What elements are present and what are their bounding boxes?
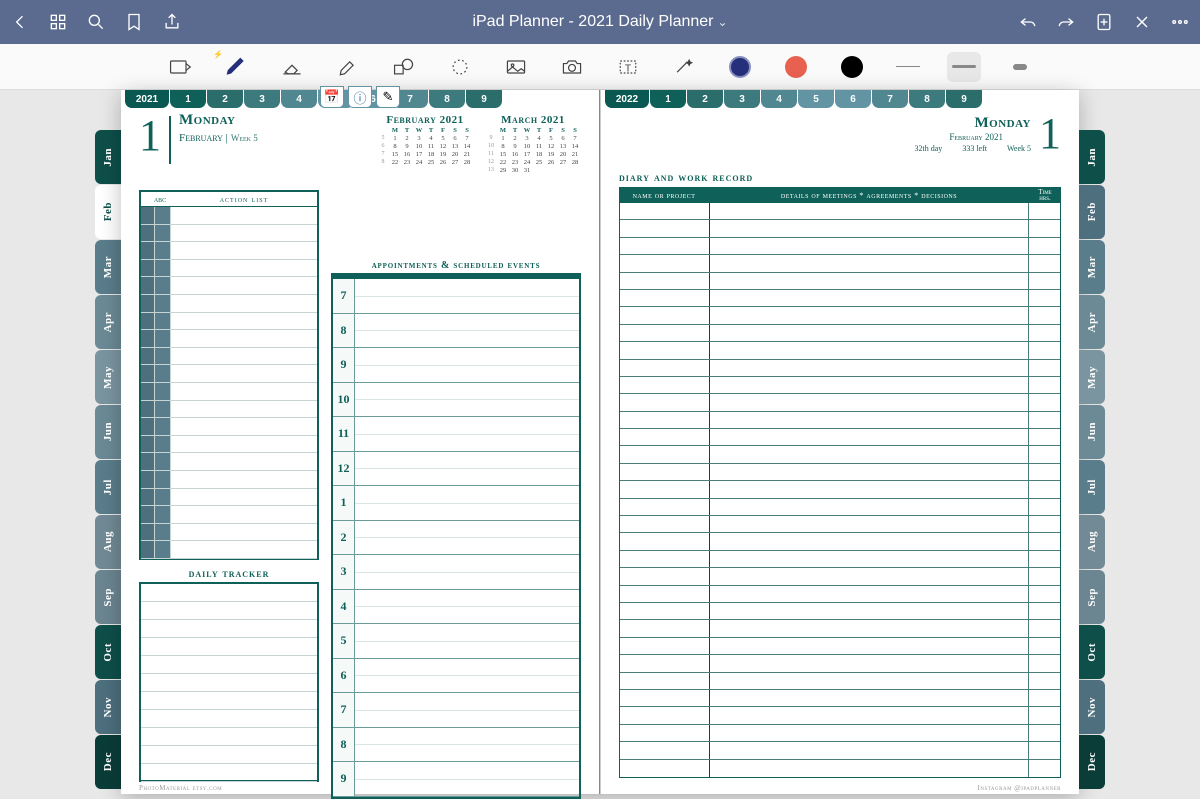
bookmark-icon[interactable] [124,12,144,32]
right-month-tabs: JanFebMarAprMayJunJulAugSepOctNovDec [1079,90,1105,794]
month-tab-apr[interactable]: Apr [1079,295,1105,349]
month-tab-jan[interactable]: Jan [1079,130,1105,184]
stroke-thin[interactable] [891,52,925,82]
month-tab-oct[interactable]: Oct [95,625,121,679]
readonly-tool[interactable] [163,52,197,82]
number-tab-9[interactable]: 9 [946,90,982,108]
month-tab-apr[interactable]: Apr [95,295,121,349]
highlighter-tool[interactable] [331,52,365,82]
back-icon[interactable] [10,12,30,32]
number-tab-9[interactable]: 9 [466,90,502,108]
stroke-medium[interactable] [947,52,981,82]
month-tab-sep[interactable]: Sep [95,570,121,624]
mini-cal-feb[interactable]: February 2021 MTWTFSS5123456768910111213… [377,114,473,174]
year-tab[interactable]: 2022 [605,90,649,108]
month-tab-dec[interactable]: Dec [95,735,121,789]
month-tab-dec[interactable]: Dec [1079,735,1105,789]
color-red[interactable] [779,52,813,82]
month-tab-oct[interactable]: Oct [1079,625,1105,679]
month-tab-mar[interactable]: Mar [95,240,121,294]
day-number: 1 [139,112,161,168]
info-icon[interactable]: ⓘ [348,86,372,108]
undo-icon[interactable] [1018,12,1038,32]
share-icon[interactable] [162,12,182,32]
month-tab-sep[interactable]: Sep [1079,570,1105,624]
month-tab-feb[interactable]: Feb [95,185,121,239]
number-tab-3[interactable]: 3 [244,90,280,108]
diary-table[interactable] [619,203,1061,778]
svg-text:T: T [625,63,632,74]
month-tab-jan[interactable]: Jan [95,130,121,184]
image-tool[interactable] [499,52,533,82]
month-tab-may[interactable]: May [1079,350,1105,404]
number-tab-4[interactable]: 4 [281,90,317,108]
edit-icon[interactable]: ✎ [376,86,400,108]
number-tab-1[interactable]: 1 [170,90,206,108]
page-right[interactable]: 2022123456789 Monday 1 February 2021 32t… [600,90,1079,794]
toolbar: ⚡ T [0,44,1200,90]
page-left[interactable]: 2021123456789 📅 ⓘ ✎ 1 Monday February |W… [121,90,600,794]
center-nav-icons: 📅 ⓘ ✎ [320,86,400,108]
color-blue[interactable] [723,52,757,82]
document-title[interactable]: iPad Planner - 2021 Daily Planner⌄ [182,13,1018,31]
month-tab-may[interactable]: May [95,350,121,404]
search-icon[interactable] [86,12,106,32]
number-tab-2[interactable]: 2 [687,90,723,108]
daily-tracker-box[interactable]: daily tracker [139,582,319,782]
number-tab-5[interactable]: 5 [798,90,834,108]
more-icon[interactable] [1170,12,1190,32]
number-tab-8[interactable]: 8 [909,90,945,108]
close-icon[interactable] [1132,12,1152,32]
lasso-tool[interactable] [443,52,477,82]
number-tab-1[interactable]: 1 [650,90,686,108]
number-tab-7[interactable]: 7 [872,90,908,108]
workspace[interactable]: JanFebMarAprMayJunJulAugSepOctNovDec 202… [0,90,1200,794]
number-tab-4[interactable]: 4 [761,90,797,108]
month-tab-feb[interactable]: Feb [1079,185,1105,239]
month-tab-jul[interactable]: Jul [1079,460,1105,514]
footer-right: Instagram @ipadplanner [978,784,1061,792]
shapes-tool[interactable] [387,52,421,82]
year-tab[interactable]: 2021 [125,90,169,108]
mini-cal-mar[interactable]: March 2021 MTWTFSS9123456710891011121314… [485,114,581,174]
appointments-box[interactable]: appointments & scheduled events 78910111… [331,260,581,792]
camera-tool[interactable] [555,52,589,82]
top-tabs-right: 2022123456789 [601,88,1079,108]
stroke-thick[interactable] [1003,52,1037,82]
number-tab-2[interactable]: 2 [207,90,243,108]
footer-left: PhotoMaterial etsy.com [139,784,222,792]
pen-tool[interactable]: ⚡ [219,52,253,82]
right-page-header: Monday 1 February 2021 32th day 333 left… [619,112,1061,162]
month-tab-jun[interactable]: Jun [1079,405,1105,459]
month-tab-mar[interactable]: Mar [1079,240,1105,294]
magic-tool[interactable] [667,52,701,82]
diary-title: diary and work record [619,170,1061,185]
titlebar: iPad Planner - 2021 Daily Planner⌄ [0,0,1200,44]
calendar-icon[interactable]: 📅 [320,86,344,108]
color-black[interactable] [835,52,869,82]
eraser-tool[interactable] [275,52,309,82]
text-tool[interactable]: T [611,52,645,82]
month-tab-jun[interactable]: Jun [95,405,121,459]
action-list-box[interactable]: abcaction list [139,190,319,560]
redo-icon[interactable] [1056,12,1076,32]
month-tab-aug[interactable]: Aug [95,515,121,569]
month-tab-nov[interactable]: Nov [95,680,121,734]
month-tab-jul[interactable]: Jul [95,460,121,514]
day-of-week: Monday [179,112,258,129]
grid-icon[interactable] [48,12,68,32]
left-month-tabs: JanFebMarAprMayJunJulAugSepOctNovDec [95,90,121,794]
mini-calendars: February 2021 MTWTFSS5123456768910111213… [377,114,581,174]
planner-book: JanFebMarAprMayJunJulAugSepOctNovDec 202… [95,90,1105,794]
month-tab-aug[interactable]: Aug [1079,515,1105,569]
number-tab-3[interactable]: 3 [724,90,760,108]
number-tab-8[interactable]: 8 [429,90,465,108]
month-tab-nov[interactable]: Nov [1079,680,1105,734]
diary-header: name or project details of meetings * ag… [619,187,1061,203]
number-tab-6[interactable]: 6 [835,90,871,108]
add-page-icon[interactable] [1094,12,1114,32]
